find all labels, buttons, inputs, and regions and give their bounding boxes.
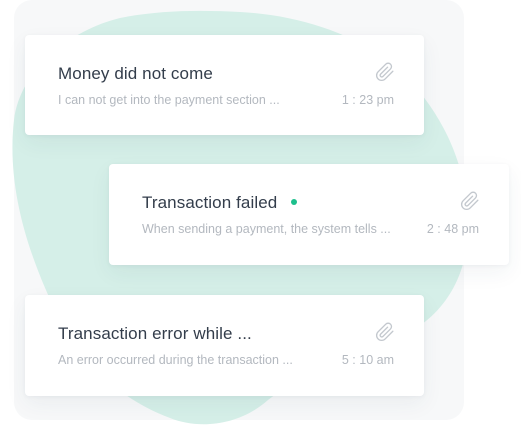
ticket-title-row: Transaction failed <box>142 193 298 213</box>
ticket-card[interactable]: Transaction failed When sending a paymen… <box>109 164 509 265</box>
paperclip-icon[interactable] <box>375 62 395 82</box>
ticket-title: Transaction failed <box>142 193 278 212</box>
ticket-preview: An error occurred during the transaction… <box>58 353 293 367</box>
ticket-card[interactable]: Money did not come I can not get into th… <box>25 35 424 135</box>
ticket-preview: I can not get into the payment section .… <box>58 93 280 107</box>
ticket-preview: When sending a payment, the system tells… <box>142 222 391 236</box>
ticket-title: Transaction error while ... <box>58 324 252 343</box>
paperclip-icon[interactable] <box>460 191 480 211</box>
ticket-title: Money did not come <box>58 64 213 83</box>
ticket-card[interactable]: Transaction error while ... An error occ… <box>25 295 424 396</box>
online-status-dot <box>291 199 298 205</box>
ticket-time: 5 : 10 am <box>341 353 394 367</box>
paperclip-icon[interactable] <box>375 322 395 342</box>
ticket-time: 1 : 23 pm <box>341 93 394 107</box>
ticket-time: 2 : 48 pm <box>426 222 479 236</box>
